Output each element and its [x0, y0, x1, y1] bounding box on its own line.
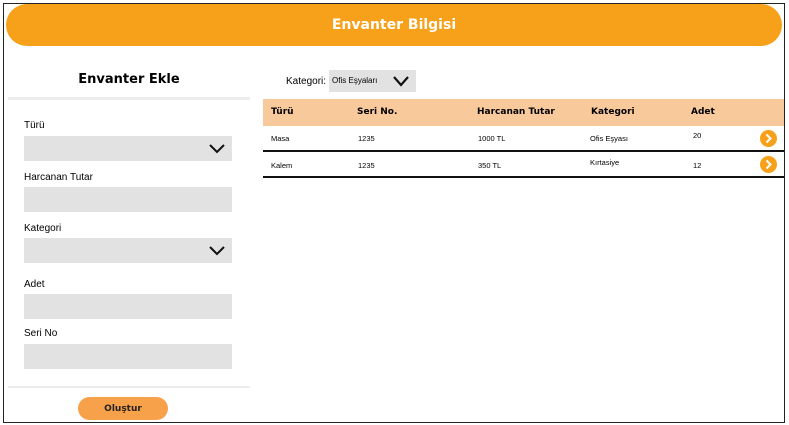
category-label: Kategori — [24, 223, 62, 234]
category-filter-select[interactable]: Ofis Eşyaları — [329, 70, 417, 92]
divider — [8, 97, 250, 100]
column-header-quantity: Adet — [691, 107, 715, 117]
inventory-table: Türü Seri No. Harcanan Tutar Kategori Ad… — [263, 99, 784, 178]
cell-type: Masa — [271, 134, 290, 143]
category-select[interactable] — [24, 238, 232, 263]
cell-category: Kırtasiye — [590, 158, 620, 167]
column-header-serial: Seri No. — [357, 107, 398, 117]
filter-label: Kategori: — [286, 75, 327, 87]
chevron-right-icon — [765, 159, 772, 170]
row-detail-button[interactable] — [760, 156, 777, 173]
cell-category: Ofis Eşyası — [590, 134, 628, 143]
serial-label: Seri No — [24, 328, 58, 339]
divider — [8, 386, 250, 388]
chevron-down-icon — [393, 76, 409, 87]
cell-quantity: 12 — [693, 161, 702, 170]
amount-label: Harcanan Tutar — [24, 172, 93, 183]
add-inventory-panel: Envanter Ekle Türü Harcanan Tutar Katego… — [8, 60, 250, 420]
cell-type: Kalem — [271, 161, 293, 170]
type-label: Türü — [24, 120, 45, 131]
serial-input[interactable] — [24, 344, 232, 369]
row-detail-button[interactable] — [760, 130, 777, 147]
column-header-amount: Harcanan Tutar — [477, 107, 555, 117]
chevron-down-icon — [209, 246, 225, 256]
cell-amount: 350 TL — [478, 161, 502, 170]
quantity-label: Adet — [24, 279, 45, 290]
quantity-input[interactable] — [24, 294, 232, 319]
app-header: Envanter Bilgisi — [6, 4, 782, 46]
table-row: Masa 1235 1000 TL Ofis Eşyası 20 — [263, 126, 784, 152]
filter-value: Ofis Eşyaları — [332, 76, 378, 85]
chevron-down-icon — [209, 144, 225, 154]
add-panel-title: Envanter Ekle — [78, 72, 180, 87]
amount-input[interactable] — [24, 187, 232, 212]
type-select[interactable] — [24, 136, 232, 161]
page-title: Envanter Bilgisi — [331, 17, 457, 33]
column-header-category: Kategori — [591, 107, 635, 117]
cell-quantity: 20 — [693, 131, 702, 140]
column-header-type: Türü — [271, 107, 294, 117]
create-button[interactable]: Oluştur — [78, 397, 168, 420]
create-button-label: Oluştur — [104, 403, 142, 414]
cell-serial: 1235 — [358, 161, 375, 170]
chevron-right-icon — [765, 133, 772, 144]
category-filter: Kategori: Ofis Eşyaları — [286, 70, 417, 92]
table-row: Kalem 1235 350 TL Kırtasiye 12 — [263, 152, 784, 178]
cell-amount: 1000 TL — [478, 134, 506, 143]
cell-serial: 1235 — [358, 134, 375, 143]
table-header: Türü Seri No. Harcanan Tutar Kategori Ad… — [263, 99, 784, 126]
